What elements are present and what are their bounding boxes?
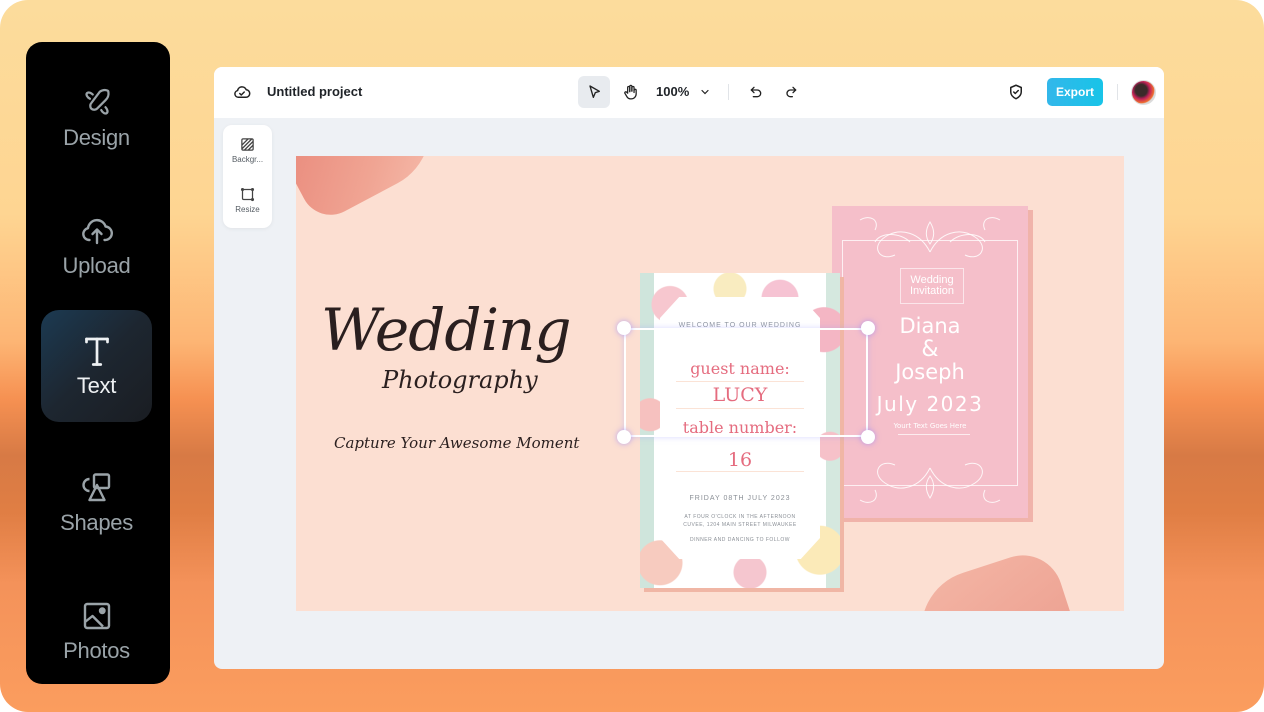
editor-window: Untitled project 100% Export Backgr... R… xyxy=(214,67,1164,669)
background-button[interactable]: Backgr... xyxy=(223,137,272,164)
resize-handle-bottom-left[interactable] xyxy=(617,430,631,444)
wedding-invitation-box: Wedding Invitation xyxy=(900,268,964,304)
ornament-top-icon xyxy=(859,217,1001,258)
toolbar-divider xyxy=(728,84,729,100)
toolbar-divider xyxy=(1117,84,1118,100)
divider xyxy=(898,434,970,435)
design-icon xyxy=(79,85,115,121)
divider xyxy=(676,471,804,472)
ornament-bottom-icon xyxy=(859,462,1001,503)
background-icon xyxy=(241,138,254,151)
text-icon xyxy=(79,333,115,369)
pointer-icon xyxy=(589,85,600,98)
selection-box[interactable] xyxy=(617,321,875,444)
undo-icon xyxy=(750,86,762,98)
resize-label: Resize xyxy=(235,205,260,214)
sidebar-item-label: Upload xyxy=(62,253,131,278)
headline-text[interactable]: Wedding xyxy=(321,296,571,364)
resize-button[interactable]: Resize xyxy=(223,187,272,214)
photos-icon xyxy=(79,598,115,634)
table-number-value[interactable]: 16 xyxy=(640,449,840,471)
top-toolbar: Untitled project 100% Export xyxy=(214,67,1164,118)
sidebar-item-text[interactable]: Text xyxy=(41,310,152,422)
sidebar-item-design[interactable]: Design xyxy=(41,62,152,174)
zoom-dropdown-chevron-icon[interactable] xyxy=(698,84,712,100)
card1-address[interactable]: CUVEE, 1204 MAIN STREET MILWAUKEE xyxy=(640,522,840,528)
zoom-level[interactable]: 100% xyxy=(656,84,689,99)
tagline-text[interactable]: Capture Your Awesome Moment xyxy=(334,434,579,452)
card1-date[interactable]: FRIDAY 08TH JULY 2023 xyxy=(640,495,840,502)
shield-check-button[interactable] xyxy=(1000,76,1032,108)
shield-check-icon xyxy=(1010,84,1022,100)
floating-toolbar: Backgr... Resize xyxy=(223,125,272,228)
pointer-tool-button[interactable] xyxy=(578,76,610,108)
app-frame: Design Upload Text Shapes Photos Untitle… xyxy=(0,0,1264,712)
redo-icon xyxy=(786,86,797,98)
hand-tool-button[interactable] xyxy=(614,76,646,108)
redo-button[interactable] xyxy=(775,76,807,108)
upload-icon xyxy=(79,213,115,249)
project-title[interactable]: Untitled project xyxy=(267,84,362,99)
cloud-check-icon[interactable] xyxy=(232,82,252,102)
hand-icon xyxy=(623,84,637,100)
shapes-icon xyxy=(79,470,115,506)
sidebar-item-label: Photos xyxy=(63,638,130,663)
resize-icon xyxy=(240,187,255,202)
card1-time[interactable]: AT FOUR O'CLOCK IN THE AFTERNOON xyxy=(640,514,840,520)
card1-dinner[interactable]: DINNER AND DANCING TO FOLLOW xyxy=(640,537,840,543)
sidebar-item-label: Shapes xyxy=(60,510,133,535)
subheadline-text[interactable]: Photography xyxy=(382,366,538,394)
sidebar-item-upload[interactable]: Upload xyxy=(41,190,152,302)
card2-title-line2: Invitation xyxy=(909,285,955,297)
watercolor-decoration xyxy=(905,545,1077,611)
watercolor-decoration xyxy=(296,156,451,226)
resize-handle-top-right[interactable] xyxy=(861,321,875,335)
resize-handle-bottom-right[interactable] xyxy=(861,430,875,444)
sidebar-item-label: Text xyxy=(76,373,117,398)
sidebar-item-photos[interactable]: Photos xyxy=(41,575,152,687)
undo-button[interactable] xyxy=(740,76,772,108)
sidebar-item-label: Design xyxy=(63,125,130,150)
user-avatar[interactable] xyxy=(1131,80,1156,105)
sidebar: Design Upload Text Shapes Photos xyxy=(26,42,170,684)
export-button[interactable]: Export xyxy=(1047,78,1103,106)
background-label: Backgr... xyxy=(231,155,264,164)
sidebar-item-shapes[interactable]: Shapes xyxy=(41,447,152,559)
design-canvas[interactable]: Wedding Photography Capture Your Awesome… xyxy=(296,156,1124,611)
resize-handle-top-left[interactable] xyxy=(617,321,631,335)
